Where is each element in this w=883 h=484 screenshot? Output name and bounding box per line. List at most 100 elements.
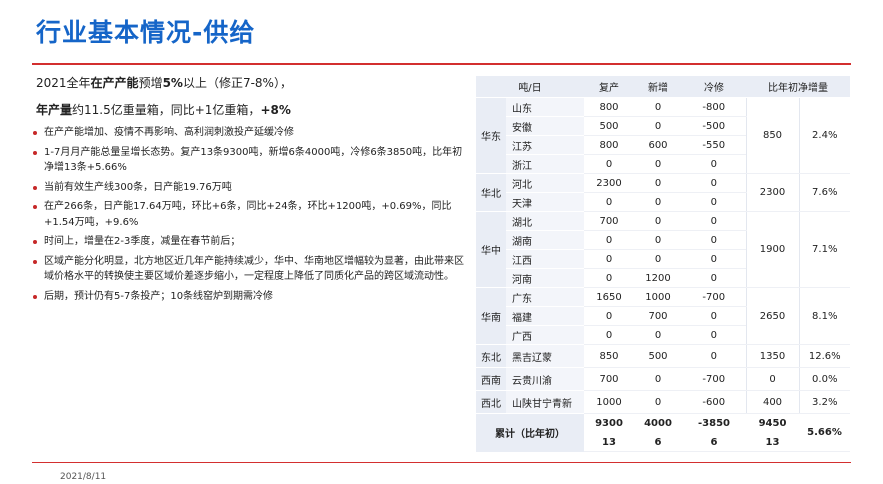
new-cell: 0 — [634, 116, 682, 136]
resume-cell: 1000 — [584, 390, 634, 414]
province-cell: 广东 — [506, 287, 584, 307]
net-increase-cell: 1350 — [745, 344, 799, 368]
bullet-item: 在产产能增加、疫情不再影响、高利润刺激投产延缓冷修 — [32, 125, 464, 141]
cold-repair-cell: 0 — [682, 306, 746, 326]
new-cell: 0 — [634, 154, 682, 174]
new-cell: 0 — [634, 367, 682, 391]
capacity-table-wrapper: 吨/日 复产 新增 冷修 比年初净增量 华东 山东 800 0 -800 850 2.4% 安… — [476, 76, 850, 452]
province-cell: 山陕甘宁青新 — [506, 390, 584, 414]
bullet-item: 时间上，增量在2-3季度，减量在春节前后； — [32, 234, 464, 250]
net-increase-pct-cell: 2.4% — [798, 97, 850, 174]
net-increase-cell: 2650 — [745, 287, 799, 345]
province-cell: 浙江 — [506, 154, 584, 174]
bullet-item: 当前有效生产线300条，日产能19.76万吨 — [32, 180, 464, 196]
intro-text: 预增 — [138, 76, 163, 90]
table-body: 华东 山东 800 0 -800 850 2.4% 安徽 500 0 -500 江苏 800 600 -55… — [476, 97, 850, 452]
total-resume-tons: 9300 — [584, 413, 634, 433]
cold-repair-cell: -500 — [682, 116, 746, 136]
footer-divider — [32, 462, 851, 463]
capacity-table: 吨/日 复产 新增 冷修 比年初净增量 华东 山东 800 0 -800 850 2.4% 安… — [476, 76, 850, 452]
net-increase-cell: 2300 — [745, 173, 799, 212]
resume-cell: 0 — [584, 249, 634, 269]
cold-repair-cell: 0 — [682, 344, 746, 368]
new-cell: 500 — [634, 344, 682, 368]
province-cell: 江苏 — [506, 135, 584, 155]
header-new: 新增 — [634, 76, 682, 98]
resume-cell: 0 — [584, 154, 634, 174]
resume-cell: 0 — [584, 325, 634, 345]
table-row: 华中 湖北 700 0 0 1900 7.1% — [476, 211, 850, 288]
province-cell: 福建 — [506, 306, 584, 326]
intro-bold: 5% — [162, 76, 183, 90]
intro-bold: +8% — [260, 102, 291, 117]
cold-repair-cell: 0 — [682, 268, 746, 288]
resume-cell: 0 — [584, 192, 634, 212]
region-cell: 西南 — [476, 367, 506, 391]
new-cell: 0 — [634, 230, 682, 250]
net-increase-pct-cell: 3.2% — [798, 390, 850, 414]
table-row: 华北 河北 2300 0 0 2300 7.6% — [476, 173, 850, 212]
intro-line-2: 年产量约11.5亿重量箱，同比+1亿重箱，+8% — [36, 101, 464, 120]
resume-cell: 0 — [584, 268, 634, 288]
cold-repair-cell: 0 — [682, 230, 746, 250]
cold-repair-cell: 0 — [682, 325, 746, 345]
cold-repair-cell: -700 — [682, 287, 746, 307]
footer-date: 2021/8/11 — [60, 472, 107, 482]
region-cell: 华东 — [476, 97, 506, 174]
bullet-item: 在产266条，日产能17.64万吨，环比+6条，同比+24条，环比+1200吨，… — [32, 199, 464, 230]
total-label: 累计（比年初） — [476, 413, 584, 452]
cold-repair-cell: 0 — [682, 173, 746, 193]
resume-cell: 0 — [584, 306, 634, 326]
province-cell: 安徽 — [506, 116, 584, 136]
province-cell: 黑吉辽蒙 — [506, 344, 584, 368]
net-increase-pct-cell: 7.6% — [798, 173, 850, 212]
resume-cell: 800 — [584, 97, 634, 117]
cold-repair-cell: 0 — [682, 249, 746, 269]
resume-cell: 0 — [584, 230, 634, 250]
region-cell: 华南 — [476, 287, 506, 345]
province-cell: 广西 — [506, 325, 584, 345]
net-increase-cell: 1900 — [745, 211, 799, 288]
province-cell: 湖北 — [506, 211, 584, 231]
province-cell: 江西 — [506, 249, 584, 269]
cold-repair-cell: -550 — [682, 135, 746, 155]
new-cell: 0 — [634, 249, 682, 269]
total-resume-lines: 13 — [584, 432, 634, 452]
bullet-item: 区域产能分化明显，北方地区近几年产能持续减少，华中、华南地区增幅较为显著，由此带… — [32, 254, 464, 285]
cold-repair-cell: -700 — [682, 367, 746, 391]
region-cell: 华北 — [476, 173, 506, 212]
resume-cell: 800 — [584, 135, 634, 155]
text-column: 2021全年在产产能预增5%以上（修正7-8%）， 年产量约11.5亿重量箱，同… — [32, 74, 464, 308]
title-divider — [32, 63, 851, 65]
cold-repair-cell: 0 — [682, 211, 746, 231]
total-row: 累计（比年初） 9300 4000 -3850 9450 5.66% — [476, 413, 850, 452]
province-cell: 云贵川渝 — [506, 367, 584, 391]
new-cell: 0 — [634, 97, 682, 117]
net-increase-cell: 400 — [745, 390, 799, 414]
region-cell: 华中 — [476, 211, 506, 288]
new-cell: 0 — [634, 192, 682, 212]
new-cell: 0 — [634, 211, 682, 231]
table-row: 西南 云贵川渝 700 0 -700 0 0.0% — [476, 367, 850, 391]
new-cell: 1200 — [634, 268, 682, 288]
province-cell: 河南 — [506, 268, 584, 288]
header-cold-repair: 冷修 — [682, 76, 746, 98]
header-unit: 吨/日 — [476, 76, 584, 98]
net-increase-pct-cell: 12.6% — [798, 344, 850, 368]
bullet-list: 在产产能增加、疫情不再影响、高利润刺激投产延缓冷修 1-7月月产能总量呈增长态势… — [32, 125, 464, 304]
cold-repair-cell: 0 — [682, 192, 746, 212]
new-cell: 1000 — [634, 287, 682, 307]
cold-repair-cell: 0 — [682, 154, 746, 174]
total-cold-tons: -3850 — [682, 413, 746, 433]
total-cold-lines: 6 — [682, 432, 746, 452]
header-resume: 复产 — [584, 76, 634, 98]
table-row: 东北 黑吉辽蒙 850 500 0 1350 12.6% — [476, 344, 850, 368]
province-cell: 天津 — [506, 192, 584, 212]
resume-cell: 850 — [584, 344, 634, 368]
resume-cell: 700 — [584, 367, 634, 391]
table-row: 华南 广东 1650 1000 -700 2650 8.1% — [476, 287, 850, 345]
cold-repair-cell: -800 — [682, 97, 746, 117]
province-cell: 湖南 — [506, 230, 584, 250]
net-increase-pct-cell: 7.1% — [798, 211, 850, 288]
resume-cell: 700 — [584, 211, 634, 231]
